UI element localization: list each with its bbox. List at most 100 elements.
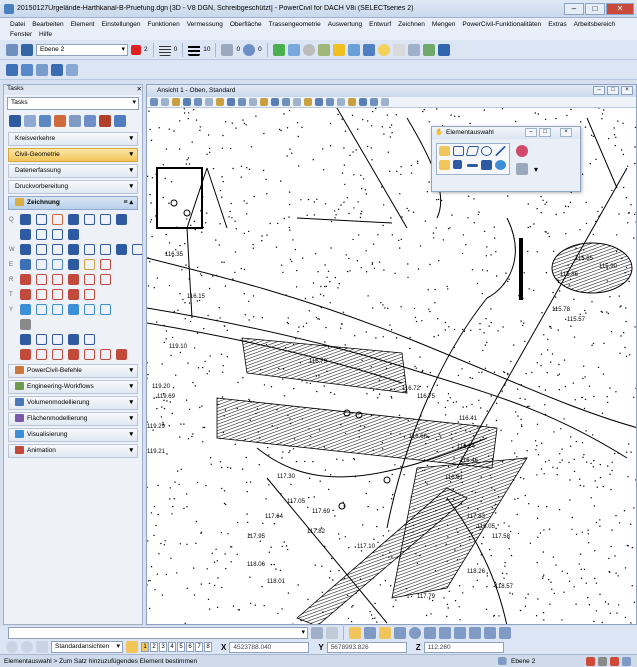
drawing-tool-icon[interactable] (36, 304, 47, 315)
view-number-button[interactable]: 7 (195, 642, 203, 652)
drawing-tool-icon[interactable] (20, 334, 31, 345)
drawing-tool-icon[interactable] (36, 244, 47, 255)
palette-maximize-button[interactable]: □ (539, 128, 551, 137)
menu-item[interactable]: Hilfe (39, 30, 52, 40)
drawing-tool-icon[interactable] (100, 244, 111, 255)
line-style-value[interactable]: 0 (174, 46, 178, 53)
menu-item[interactable]: Fenster (10, 30, 32, 40)
view-control-icon[interactable] (194, 98, 202, 106)
new-selection-icon[interactable] (439, 160, 450, 170)
drawing-tool-icon[interactable] (100, 304, 111, 315)
drawing-tool-icon[interactable] (20, 304, 31, 315)
scale-icon[interactable] (84, 115, 96, 127)
bisector-snap-icon[interactable] (424, 627, 436, 639)
keypoint-snap-icon[interactable] (349, 627, 361, 639)
drawing-tool-icon[interactable] (36, 274, 47, 285)
view-close-button[interactable]: × (621, 86, 633, 95)
drawing-tool-icon[interactable] (52, 259, 63, 270)
view-control-icon[interactable] (150, 98, 158, 106)
drawing-tool-icon[interactable] (20, 214, 31, 225)
nearest-snap-icon[interactable] (379, 627, 391, 639)
drop-icon[interactable] (495, 160, 506, 170)
chevron-down-icon[interactable]: ▾ (129, 429, 133, 441)
fence-icon[interactable] (24, 115, 36, 127)
line-style-icon[interactable] (158, 43, 171, 56)
delete-icon[interactable] (99, 115, 111, 127)
profile-tool-icon[interactable] (36, 63, 48, 76)
invert-icon[interactable] (481, 160, 492, 170)
chevron-down-icon[interactable]: ▾ (129, 365, 133, 377)
section-zeichnung[interactable]: Zeichnung ≡ ▴ (8, 196, 138, 210)
copy-icon[interactable] (69, 115, 81, 127)
cube-icon[interactable] (287, 43, 300, 56)
drawing-tool-icon[interactable] (52, 274, 63, 285)
view-control-icon[interactable] (293, 98, 301, 106)
drawing-tool-icon[interactable] (84, 274, 95, 285)
section-volumenmodellierung[interactable]: Volumenmodellierung ▾ (8, 396, 138, 410)
view-maximize-button[interactable]: □ (607, 86, 619, 95)
lock-icon[interactable] (498, 657, 506, 665)
tasks-dropdown[interactable]: Tasks (7, 97, 139, 110)
menu-item[interactable]: Funktionen (148, 20, 180, 30)
menu-item[interactable]: Element (71, 20, 95, 30)
drawing-tool-icon[interactable] (20, 259, 31, 270)
design-history-icon[interactable] (598, 656, 607, 666)
terrain-tool-icon[interactable] (21, 63, 33, 76)
drawing-tool-icon[interactable] (100, 349, 111, 360)
drawing-tool-icon[interactable] (52, 334, 63, 345)
chevron-down-icon[interactable]: ▾ (534, 165, 538, 174)
drawing-tool-icon[interactable] (36, 229, 47, 240)
grid-tool-icon[interactable] (66, 63, 78, 76)
view-number-button[interactable]: 5 (177, 642, 185, 652)
line-weight-icon[interactable] (188, 43, 201, 56)
level-combo[interactable]: Ebene 2 (36, 43, 128, 56)
close-icon[interactable]: ✕ (137, 85, 142, 95)
view-control-icon[interactable] (282, 98, 290, 106)
minimize-button[interactable]: – (564, 2, 584, 15)
chevron-down-icon[interactable]: ▾ (129, 165, 133, 177)
center-snap-icon[interactable] (394, 627, 406, 639)
tree-icon[interactable] (422, 43, 435, 56)
menu-item[interactable]: Entwurf (369, 20, 391, 30)
z-coordinate-field[interactable]: 112.260 (423, 641, 504, 653)
view-groups-icon[interactable] (36, 641, 48, 653)
color-value[interactable]: 2 (144, 46, 148, 53)
point-snap-icon[interactable] (499, 627, 511, 639)
menu-item[interactable]: Datei (10, 20, 25, 30)
view-control-icon[interactable] (161, 98, 169, 106)
chevron-down-icon[interactable]: ▾ (129, 181, 133, 193)
maximize-button[interactable]: □ (585, 2, 605, 15)
view-toggle-icon[interactable] (126, 641, 138, 653)
view-control-icon[interactable] (337, 98, 345, 106)
drawing-tool-icon[interactable] (20, 289, 31, 300)
view-number-button[interactable]: 8 (204, 642, 212, 652)
drawing-tool-icon[interactable] (68, 349, 79, 360)
menu-item[interactable]: Extras (548, 20, 566, 30)
view-control-icon[interactable] (183, 98, 191, 106)
chevron-down-icon[interactable]: ▾ (129, 445, 133, 457)
view-control-icon[interactable] (227, 98, 235, 106)
chevron-down-icon[interactable]: ▾ (129, 133, 133, 145)
drawing-tool-icon[interactable] (52, 244, 63, 255)
view-number-button[interactable]: 2 (150, 642, 158, 652)
menu-item[interactable]: PowerCivil-Funktionalitäten (462, 20, 541, 30)
menu-item[interactable]: Oberfläche (230, 20, 262, 30)
properties-icon[interactable] (622, 656, 631, 666)
status-level[interactable]: Ebene 2 (506, 657, 586, 665)
drawing-tool-icon[interactable] (68, 274, 79, 285)
eye-icon[interactable] (21, 43, 33, 56)
midpoint-snap-icon[interactable] (364, 627, 376, 639)
move-icon[interactable] (39, 115, 51, 127)
class-value[interactable]: 0 (236, 46, 240, 53)
section-engineering-workflows[interactable]: Engineering-Workflows ▾ (8, 380, 138, 394)
view-number-button[interactable]: 6 (186, 642, 194, 652)
section-powercivil-befehle[interactable]: PowerCivil-Befehle ▾ (8, 364, 138, 378)
view-control-icon[interactable] (205, 98, 213, 106)
drawing-tool-icon[interactable] (36, 259, 47, 270)
section-datenerfassung[interactable]: Datenerfassung ▾ (8, 164, 138, 178)
shape-select-icon[interactable] (465, 146, 480, 156)
settings-icon[interactable] (407, 43, 420, 56)
view-control-icon[interactable] (359, 98, 367, 106)
origin-snap-icon[interactable] (409, 627, 421, 639)
drawing-tool-icon[interactable] (84, 259, 95, 270)
